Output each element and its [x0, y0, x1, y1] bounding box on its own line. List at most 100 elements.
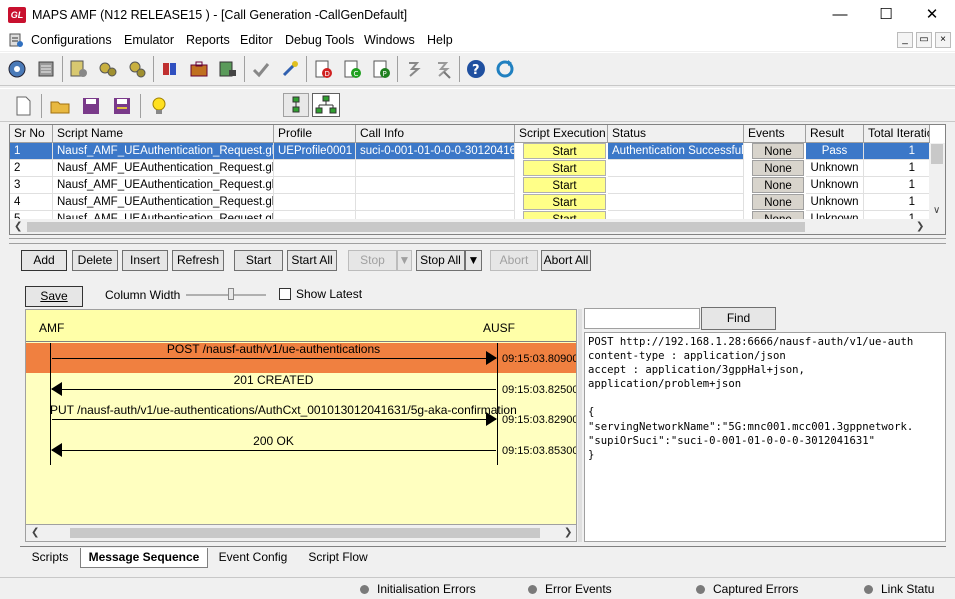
mdi-restore-button[interactable]: ▭ [916, 32, 932, 48]
status-initialisation-errors[interactable]: Initialisation Errors [360, 580, 476, 599]
grid-vscroll-thumb[interactable] [931, 144, 943, 164]
status-error-events[interactable]: Error Events [528, 580, 612, 599]
open-folder-icon[interactable] [47, 93, 73, 119]
grid-horizontal-scrollbar[interactable]: ❮ ❯ [10, 219, 945, 234]
script-edit-icon[interactable] [66, 56, 92, 82]
find-input[interactable] [584, 308, 700, 329]
message-label[interactable]: POST /nausf-auth/v1/ue-authentications [50, 342, 497, 356]
col-header-script-execution[interactable]: Script Execution [515, 125, 608, 143]
col-header-result[interactable]: Result [806, 125, 864, 143]
scroll-right-icon[interactable]: ❯ [916, 221, 924, 232]
menu-help[interactable]: Help [427, 33, 453, 47]
doc-d-icon[interactable]: D [310, 56, 336, 82]
tree-layout-icon[interactable] [312, 93, 340, 117]
stop-dropdown-icon[interactable]: ▼ [397, 250, 412, 271]
step-clear-icon[interactable] [430, 56, 456, 82]
save-as-icon[interactable] [109, 93, 135, 119]
tab-message-sequence[interactable]: Message Sequence [80, 548, 208, 568]
menu-windows[interactable]: Windows [364, 33, 415, 47]
seq-hscroll-thumb[interactable] [70, 528, 540, 538]
start-all-button[interactable]: Start All [287, 250, 337, 271]
seq-scroll-left-icon[interactable]: ❮ [31, 527, 39, 538]
mdi-minimize-button[interactable]: _ [897, 32, 913, 48]
maximize-button[interactable]: ☐ [863, 0, 909, 30]
message-label[interactable]: PUT /nausf-auth/v1/ue-authentications/Au… [50, 403, 517, 417]
database-icon[interactable] [157, 56, 183, 82]
settings-gear-icon[interactable] [4, 56, 30, 82]
col-header-total-iterations[interactable]: Total Iteratio [864, 125, 930, 143]
tab-script-flow[interactable]: Script Flow [298, 548, 378, 568]
sequence-horizontal-scrollbar[interactable]: ❮ ❯ [25, 525, 577, 542]
scroll-left-icon[interactable]: ❮ [14, 221, 22, 232]
col-header-events[interactable]: Events [744, 125, 806, 143]
show-latest-checkbox[interactable] [279, 288, 291, 300]
cell-script-execution[interactable]: Start [523, 177, 606, 193]
tab-event-config[interactable]: Event Config [210, 548, 296, 568]
column-width-slider[interactable] [186, 288, 266, 300]
notes-icon[interactable] [33, 56, 59, 82]
stop-all-button[interactable]: Stop All [416, 250, 465, 271]
stop-button[interactable]: Stop [348, 250, 397, 271]
doc-c-icon[interactable]: C [339, 56, 365, 82]
cell-script-execution[interactable]: Start [523, 194, 606, 210]
grid-vertical-scrollbar[interactable]: ∨ [929, 143, 945, 219]
cell-events[interactable]: None [752, 160, 804, 176]
close-button[interactable]: ✕ [909, 0, 955, 30]
abort-all-button[interactable]: Abort All [541, 250, 591, 271]
mdi-close-button[interactable]: × [935, 32, 951, 48]
col-header-srno[interactable]: Sr No [10, 125, 53, 143]
menu-editor[interactable]: Editor [240, 33, 273, 47]
stop-all-dropdown-icon[interactable]: ▼ [465, 250, 482, 271]
lock-icon[interactable] [215, 56, 241, 82]
app-menu-icon[interactable] [8, 32, 24, 48]
help-icon[interactable]: ? [463, 56, 489, 82]
menu-reports[interactable]: Reports [186, 33, 230, 47]
status-link-status[interactable]: Link Statu [864, 580, 934, 599]
check-tool-icon[interactable] [248, 56, 274, 82]
step-icon[interactable] [401, 56, 427, 82]
message-arrow[interactable] [52, 450, 496, 451]
menu-emulator[interactable]: Emulator [124, 33, 174, 47]
column-width-slider-thumb[interactable] [228, 288, 234, 300]
insert-button[interactable]: Insert [122, 250, 168, 271]
cell-script-execution[interactable]: Start [523, 160, 606, 176]
col-header-profile[interactable]: Profile [274, 125, 356, 143]
cell-events[interactable]: None [752, 143, 804, 159]
col-header-call-info[interactable]: Call Info [356, 125, 515, 143]
scroll-down-icon[interactable]: ∨ [933, 205, 940, 216]
cell-events[interactable]: None [752, 177, 804, 193]
lightbulb-icon[interactable] [146, 93, 172, 119]
add-button[interactable]: Add [21, 250, 67, 271]
find-button[interactable]: Find [701, 307, 776, 330]
refresh-button[interactable]: Refresh [172, 250, 224, 271]
menu-debug-tools[interactable]: Debug Tools [285, 33, 354, 47]
start-button[interactable]: Start [234, 250, 283, 271]
status-captured-errors[interactable]: Captured Errors [696, 580, 798, 599]
abort-button[interactable]: Abort [490, 250, 538, 271]
message-detail-text[interactable]: POST http://192.168.1.28:6666/nausf-auth… [584, 332, 946, 542]
cell-events[interactable]: None [752, 194, 804, 210]
seq-scroll-right-icon[interactable]: ❯ [564, 527, 572, 538]
message-arrow[interactable] [52, 358, 496, 359]
message-arrow[interactable] [52, 419, 496, 420]
new-file-icon[interactable] [10, 93, 36, 119]
message-label[interactable]: 201 CREATED [50, 373, 497, 387]
message-label[interactable]: 200 OK [50, 434, 497, 448]
cell-script-execution[interactable]: Start [523, 143, 606, 159]
gears-config-icon[interactable] [124, 56, 150, 82]
col-header-status[interactable]: Status [608, 125, 744, 143]
panel-splitter[interactable] [9, 238, 946, 244]
save-icon[interactable] [78, 93, 104, 119]
message-arrow[interactable] [52, 389, 496, 390]
detail-splitter[interactable] [578, 309, 582, 542]
briefcase-icon[interactable] [186, 56, 212, 82]
tab-scripts[interactable]: Scripts [22, 548, 78, 568]
minimize-button[interactable]: — [817, 0, 863, 30]
gears-icon[interactable] [95, 56, 121, 82]
refresh-icon[interactable] [492, 56, 518, 82]
col-header-script-name[interactable]: Script Name [53, 125, 274, 143]
doc-p-icon[interactable]: P [368, 56, 394, 82]
vertical-layout-icon[interactable] [283, 93, 309, 117]
save-sequence-button[interactable]: Save [25, 286, 83, 307]
delete-button[interactable]: Delete [72, 250, 118, 271]
